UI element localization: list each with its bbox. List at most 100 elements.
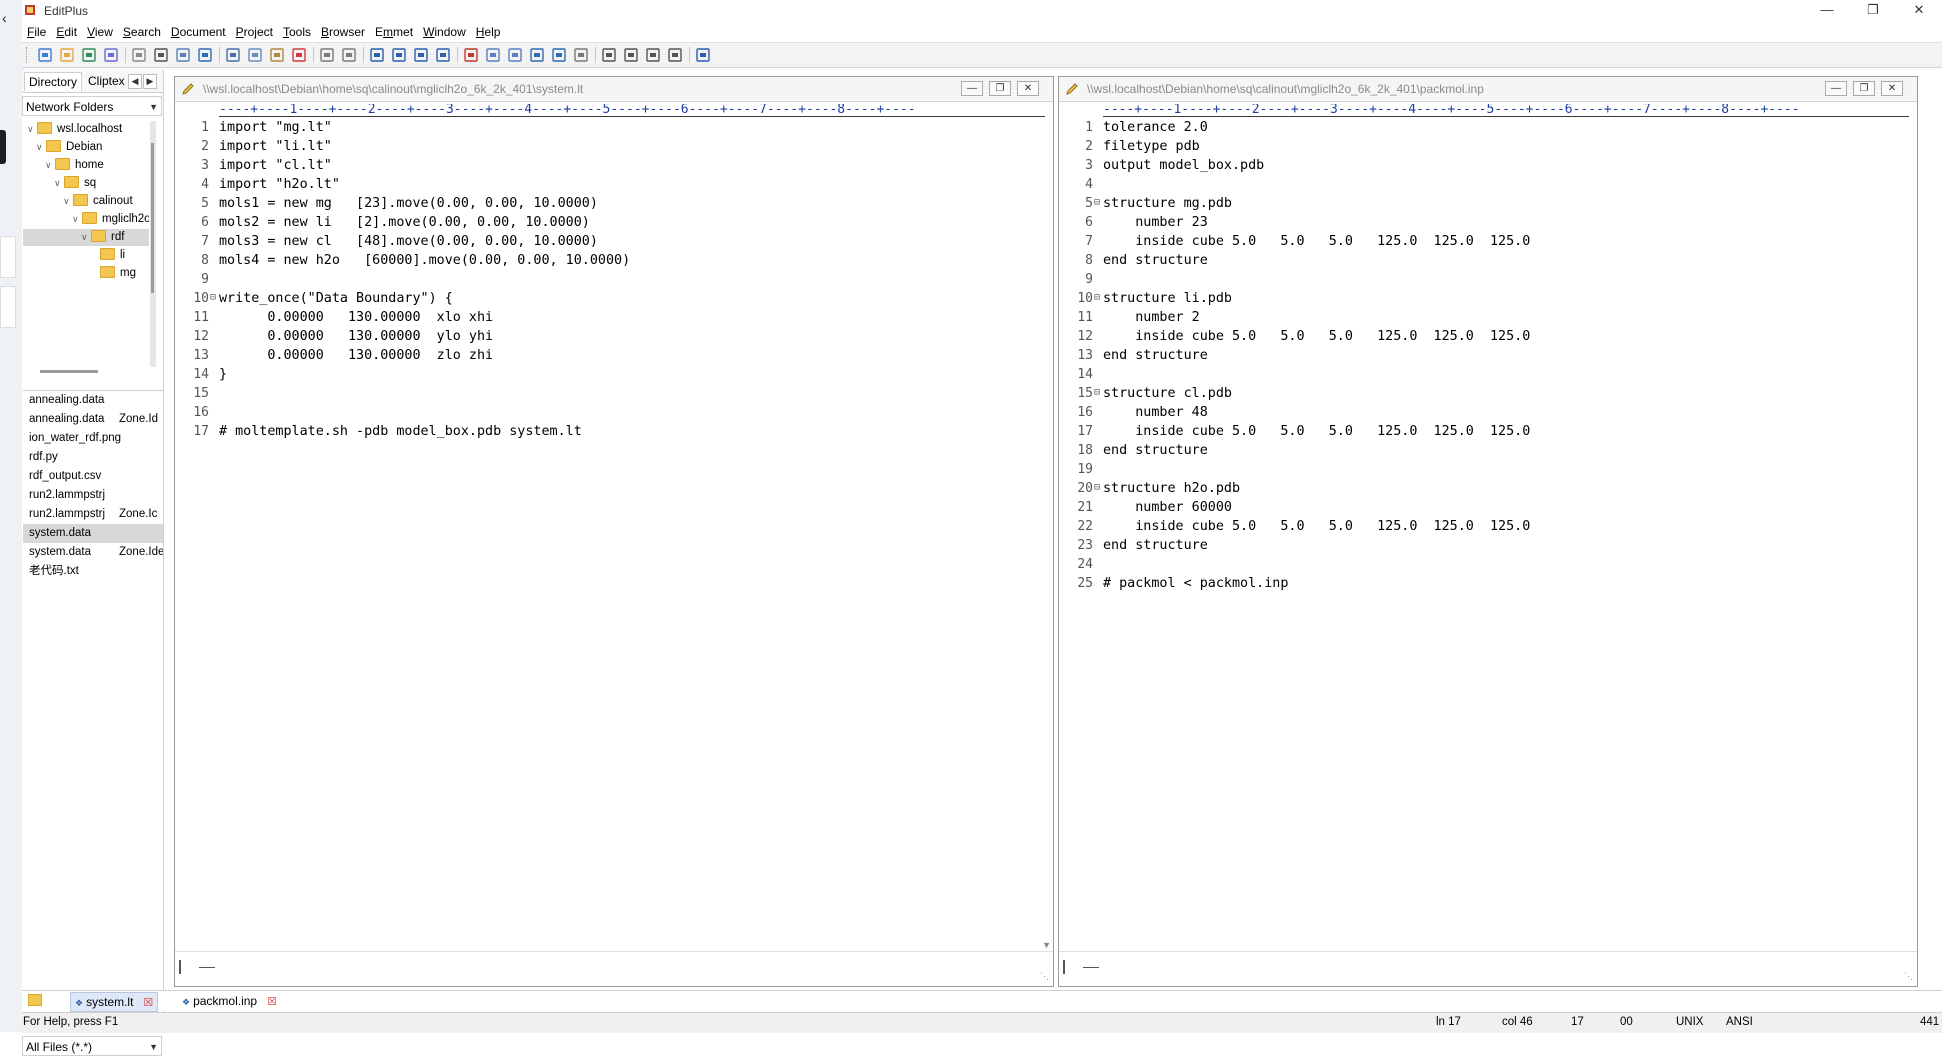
chevron-down-icon[interactable]: ∨ [45, 157, 55, 174]
tab-cliptext[interactable]: Cliptex [84, 72, 129, 90]
doc-tab-system-lt[interactable]: ❖ system.lt ☒ [70, 992, 159, 1012]
chevron-down-icon[interactable]: ∨ [54, 175, 64, 192]
tab-scroll-left-icon[interactable]: ◀ [128, 74, 142, 89]
find-in-files-icon[interactable] [412, 46, 430, 64]
scrollbar-thumb[interactable] [151, 143, 154, 293]
tree-node[interactable]: mg [23, 265, 149, 282]
tree-node[interactable]: ∨ wsl.localhost [23, 121, 149, 138]
help-context-icon[interactable] [694, 46, 712, 64]
redo-icon[interactable] [340, 46, 358, 64]
file-filter-select[interactable]: All Files (*.*) ▼ [22, 1036, 162, 1056]
editor-vertical-scrollbar[interactable]: ▼ [1042, 120, 1051, 950]
menu-file[interactable]: File [22, 22, 51, 42]
spell-check-icon[interactable] [174, 46, 192, 64]
menu-browser[interactable]: Browser [316, 22, 370, 42]
save-icon[interactable] [80, 46, 98, 64]
menu-emmet[interactable]: Emmet [370, 22, 418, 42]
delete-icon[interactable] [290, 46, 308, 64]
chevron-left-icon[interactable]: ‹ [2, 10, 7, 26]
file-list-item[interactable]: 老代码.txt [23, 562, 163, 581]
menu-help[interactable]: Help [471, 22, 506, 42]
editor-window-system-lt[interactable]: \\wsl.localhost\Debian\home\sq\calinout\… [174, 76, 1054, 987]
print-icon[interactable] [152, 46, 170, 64]
resize-grip-icon[interactable]: ⋱ [1040, 971, 1049, 982]
folder-icon[interactable] [28, 994, 42, 1006]
menu-edit[interactable]: Edit [51, 22, 82, 42]
tree-node[interactable]: ∨ Debian [23, 139, 149, 156]
tree-node[interactable]: ∨ mgliclh2o_ [23, 211, 149, 228]
hscroll-marker[interactable] [199, 967, 215, 968]
tree-node[interactable]: ∨ sq [23, 175, 149, 192]
hscroll-marker[interactable] [1083, 967, 1099, 968]
minimize-button[interactable]: — [1804, 0, 1850, 22]
code-area[interactable]: tolerance 2.0 filetype pdb output model_bo… [1103, 120, 1905, 950]
tree-scrollbar[interactable] [150, 121, 156, 367]
file-list-item[interactable]: rdf_output.csv [23, 467, 163, 486]
layout-3-icon[interactable] [644, 46, 662, 64]
tree-horizontal-scrollbar[interactable] [40, 370, 98, 373]
find-icon[interactable] [368, 46, 386, 64]
ruler-icon[interactable] [528, 46, 546, 64]
layout-2-icon[interactable] [622, 46, 640, 64]
file-list-item[interactable]: run2.lammpstrj Zone.Ic [23, 505, 163, 524]
fold-toggle-icon[interactable]: ⊟ [1094, 482, 1100, 493]
layout-4-icon[interactable] [666, 46, 684, 64]
file-list-item[interactable]: annealing.data Zone.Id [23, 410, 163, 429]
chevron-down-icon[interactable]: ∨ [81, 229, 91, 246]
layout-1-icon[interactable] [600, 46, 618, 64]
copy-icon[interactable] [246, 46, 264, 64]
undo-icon[interactable] [318, 46, 336, 64]
cut-icon[interactable] [224, 46, 242, 64]
tab-directory[interactable]: Directory [24, 72, 83, 91]
print-preview-icon[interactable] [130, 46, 148, 64]
tree-node[interactable]: ∨ calinout [23, 193, 149, 210]
menu-document[interactable]: Document [166, 22, 231, 42]
fold-toggle-icon[interactable]: ⊟ [1094, 387, 1100, 398]
scroll-down-icon[interactable]: ▼ [1042, 940, 1051, 950]
new-file-icon[interactable] [36, 46, 54, 64]
doc-tab-packmol-inp[interactable]: ❖ packmol.inp ☒ [182, 992, 277, 1010]
chevron-down-icon[interactable]: ∨ [72, 211, 82, 228]
font-icon[interactable] [462, 46, 480, 64]
folder-select[interactable]: Network Folders ▼ [22, 96, 162, 116]
close-icon[interactable]: ☒ [267, 996, 277, 1008]
resize-grip-icon[interactable]: ⋱ [1904, 971, 1913, 982]
menu-project[interactable]: Project [231, 22, 278, 42]
fold-toggle-icon[interactable]: ⊟ [210, 292, 216, 303]
file-list-item[interactable]: system.data [23, 524, 163, 543]
editor-maximize-button[interactable]: ❐ [989, 81, 1011, 96]
save-all-icon[interactable] [102, 46, 120, 64]
tree-node[interactable]: ∨ home [23, 157, 149, 174]
goto-line-icon[interactable] [434, 46, 452, 64]
fold-toggle-icon[interactable]: ⊟ [1094, 292, 1100, 303]
file-list-item[interactable]: rdf.py [23, 448, 163, 467]
split-marker[interactable] [179, 960, 181, 974]
editor-minimize-button[interactable]: — [961, 81, 983, 96]
line-number-icon[interactable] [550, 46, 568, 64]
fold-toggle-icon[interactable]: ⊟ [1094, 197, 1100, 208]
chevron-down-icon[interactable]: ∨ [63, 193, 73, 210]
open-icon[interactable] [58, 46, 76, 64]
editor-close-button[interactable]: ✕ [1017, 81, 1039, 96]
file-list-item[interactable]: run2.lammpstrj [23, 486, 163, 505]
chevron-down-icon[interactable]: ∨ [27, 121, 37, 138]
menu-tools[interactable]: Tools [278, 22, 316, 42]
paste-icon[interactable] [268, 46, 286, 64]
menu-window[interactable]: Window [418, 22, 471, 42]
editor-maximize-button[interactable]: ❐ [1853, 81, 1875, 96]
menu-search[interactable]: Search [118, 22, 166, 42]
file-list-item[interactable]: system.data Zone.Ident [23, 543, 163, 562]
code-area[interactable]: import "mg.lt" import "li.lt" import "cl.l… [219, 120, 1041, 950]
file-list-item[interactable]: annealing.data [23, 391, 163, 410]
replace-icon[interactable] [390, 46, 408, 64]
file-list-item[interactable]: ion_water_rdf.png [23, 429, 163, 448]
toolbar-grip[interactable] [26, 47, 30, 63]
reload-icon[interactable] [196, 46, 214, 64]
split-marker[interactable] [1063, 960, 1065, 974]
tree-node[interactable]: li [23, 247, 149, 264]
close-button[interactable]: ✕ [1896, 0, 1942, 22]
editor-vertical-scrollbar[interactable] [1907, 120, 1915, 950]
hex-view-icon[interactable] [484, 46, 502, 64]
preferences-icon[interactable] [572, 46, 590, 64]
word-wrap-icon[interactable] [506, 46, 524, 64]
